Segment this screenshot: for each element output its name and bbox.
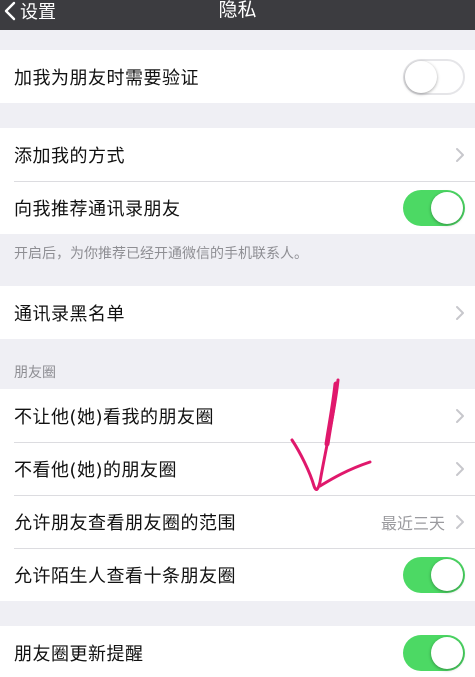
moments-group: 不让他(她)看我的朋友圈 不看他(她)的朋友圈 允许朋友查看朋友圈的范围 最近三… (0, 389, 475, 601)
moments-section-header: 朋友圈 (14, 365, 56, 381)
recommend-contacts-label: 向我推荐通讯录朋友 (14, 198, 181, 220)
stranger-view-row: 允许陌生人查看十条朋友圈 (0, 548, 475, 601)
toggle-knob (431, 558, 463, 591)
verify-friend-label: 加我为朋友时需要验证 (14, 67, 199, 89)
dont-see-moments-label: 不看他(她)的朋友圈 (14, 459, 178, 481)
blacklist-row[interactable]: 通讯录黑名单 (0, 286, 475, 339)
chevron-right-icon (456, 305, 464, 320)
add-method-label: 添加我的方式 (14, 145, 125, 167)
recommend-contacts-row: 向我推荐通讯录朋友 (0, 181, 475, 234)
moments-range-row[interactable]: 允许朋友查看朋友圈的范围 最近三天 (0, 495, 475, 548)
chevron-right-icon (456, 147, 464, 162)
toggle-knob (405, 60, 437, 93)
recommend-contacts-toggle[interactable] (403, 189, 465, 226)
moments-update-toggle[interactable] (403, 634, 465, 671)
navigation-bar: 设置 隐私 (0, 0, 475, 30)
privacy-settings-page: 设置 隐私 加我为朋友时需要验证 添加我的方式 向我推荐通讯录朋友 开启后，为你… (0, 0, 475, 677)
moments-update-group: 朋友圈更新提醒 (0, 626, 475, 677)
dont-see-moments-row[interactable]: 不看他(她)的朋友圈 (0, 442, 475, 495)
moments-update-label: 朋友圈更新提醒 (14, 643, 144, 665)
add-methods-group: 添加我的方式 向我推荐通讯录朋友 (0, 128, 475, 234)
chevron-right-icon (456, 408, 464, 423)
add-method-row[interactable]: 添加我的方式 (0, 128, 475, 181)
moments-range-label: 允许朋友查看朋友圈的范围 (14, 512, 236, 534)
stranger-view-toggle[interactable] (403, 556, 465, 593)
blacklist-group: 通讯录黑名单 (0, 286, 475, 339)
hide-moments-from-row[interactable]: 不让他(她)看我的朋友圈 (0, 389, 475, 442)
moments-update-row: 朋友圈更新提醒 (0, 626, 475, 677)
recommend-note: 开启后，为你推荐已经开通微信的手机联系人。 (14, 246, 308, 262)
verify-friend-row: 加我为朋友时需要验证 (0, 50, 475, 103)
verify-friend-toggle[interactable] (403, 58, 465, 95)
verification-group: 加我为朋友时需要验证 (0, 50, 475, 103)
page-title: 隐私 (218, 0, 257, 21)
chevron-right-icon (456, 461, 464, 476)
toggle-knob (431, 636, 463, 669)
blacklist-label: 通讯录黑名单 (14, 303, 125, 325)
hide-moments-from-label: 不让他(她)看我的朋友圈 (14, 406, 215, 428)
chevron-right-icon (456, 514, 464, 529)
moments-range-value: 最近三天 (380, 513, 445, 533)
toggle-knob (431, 191, 463, 224)
stranger-view-label: 允许陌生人查看十条朋友圈 (14, 565, 236, 587)
